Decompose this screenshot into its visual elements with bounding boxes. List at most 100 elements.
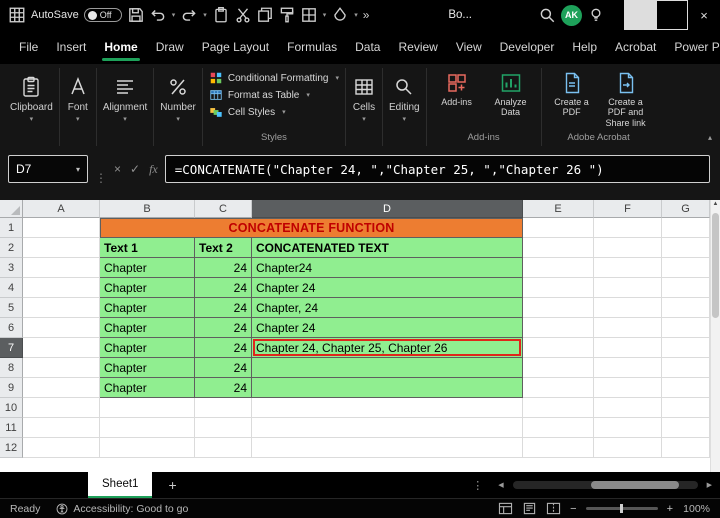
copy-icon[interactable] — [256, 6, 274, 24]
cell-B8[interactable]: Chapter — [100, 358, 195, 378]
more-commands-icon[interactable]: » — [363, 8, 370, 22]
cell-E1[interactable] — [523, 218, 594, 238]
autosave-toggle[interactable]: Off — [83, 8, 122, 22]
row-header-12[interactable]: 12 — [0, 438, 23, 458]
cell-D2[interactable]: CONCATENATED TEXT — [252, 238, 523, 258]
cell-A1[interactable] — [23, 218, 100, 238]
sheet-tab-sheet1[interactable]: Sheet1 — [88, 472, 153, 498]
name-box[interactable]: D7 ▾ — [8, 155, 88, 183]
row-header-7[interactable]: 7 — [0, 338, 23, 358]
cell-B6[interactable]: Chapter — [100, 318, 195, 338]
clipboard-button[interactable]: Clipboard ▾ — [10, 71, 53, 124]
menu-item-file[interactable]: File — [10, 30, 47, 64]
cell-B10[interactable] — [100, 398, 195, 418]
cell-E6[interactable] — [523, 318, 594, 338]
row-header-6[interactable]: 6 — [0, 318, 23, 338]
cell-F1[interactable] — [594, 218, 662, 238]
cell-F8[interactable] — [594, 358, 662, 378]
insert-function-button[interactable]: fx — [149, 162, 158, 177]
menu-item-power-pivot[interactable]: Power Pivot — [665, 30, 720, 64]
sheet-options-icon[interactable]: ⋮ — [472, 479, 483, 492]
cell-E5[interactable] — [523, 298, 594, 318]
row-header-2[interactable]: 2 — [0, 238, 23, 258]
cell-E8[interactable] — [523, 358, 594, 378]
cell-C12[interactable] — [195, 438, 252, 458]
cell-G2[interactable] — [662, 238, 710, 258]
column-header-D[interactable]: D — [252, 200, 523, 218]
cell-D8[interactable] — [252, 358, 523, 378]
cell-F4[interactable] — [594, 278, 662, 298]
scroll-right-icon[interactable]: ▶ — [707, 481, 712, 489]
cell-C4[interactable]: 24 — [195, 278, 252, 298]
cell-C5[interactable]: 24 — [195, 298, 252, 318]
format-painter-icon[interactable] — [278, 6, 296, 24]
horizontal-scrollbar[interactable] — [512, 481, 698, 489]
save-icon[interactable] — [127, 6, 145, 24]
cell-A8[interactable] — [23, 358, 100, 378]
cell-F7[interactable] — [594, 338, 662, 358]
column-header-C[interactable]: C — [195, 200, 252, 218]
formula-bar-handle[interactable]: ⋮ — [95, 171, 107, 185]
accessibility-status[interactable]: Accessibility: Good to go — [56, 503, 188, 515]
menu-item-page-layout[interactable]: Page Layout — [193, 30, 278, 64]
cell-D9[interactable] — [252, 378, 523, 398]
zoom-in-button[interactable]: + — [667, 503, 673, 515]
cell-F11[interactable] — [594, 418, 662, 438]
number-button[interactable]: Number ▾ — [160, 71, 196, 124]
cell-C8[interactable]: 24 — [195, 358, 252, 378]
cell-E7[interactable] — [523, 338, 594, 358]
cell-E9[interactable] — [523, 378, 594, 398]
cell-F2[interactable] — [594, 238, 662, 258]
cell-A2[interactable] — [23, 238, 100, 258]
zoom-level[interactable]: 100% — [682, 503, 710, 515]
cell-E11[interactable] — [523, 418, 594, 438]
scroll-up-icon[interactable]: ▲ — [711, 201, 720, 207]
cell-B12[interactable] — [100, 438, 195, 458]
cell-A6[interactable] — [23, 318, 100, 338]
cell-F12[interactable] — [594, 438, 662, 458]
page-break-view-icon[interactable] — [546, 502, 561, 515]
cell-D3[interactable]: Chapter24 — [252, 258, 523, 278]
cell-D5[interactable]: Chapter, 24 — [252, 298, 523, 318]
menu-item-home[interactable]: Home — [95, 30, 146, 64]
cell-G6[interactable] — [662, 318, 710, 338]
formula-input[interactable]: =CONCATENATE("Chapter 24, ","Chapter 25,… — [164, 155, 710, 183]
paste-icon[interactable] — [212, 6, 230, 24]
banner-cell[interactable]: CONCATENATE FUNCTION — [100, 218, 523, 238]
add-ins-button[interactable]: Add-ins — [433, 71, 481, 118]
cell-F6[interactable] — [594, 318, 662, 338]
menu-item-view[interactable]: View — [447, 30, 491, 64]
menu-item-review[interactable]: Review — [389, 30, 446, 64]
cell-G8[interactable] — [662, 358, 710, 378]
font-button[interactable]: Font ▾ — [66, 71, 90, 124]
horizontal-scroll-thumb[interactable] — [590, 481, 679, 489]
row-header-1[interactable]: 1 — [0, 218, 23, 238]
cell-F10[interactable] — [594, 398, 662, 418]
cell-E10[interactable] — [523, 398, 594, 418]
row-header-5[interactable]: 5 — [0, 298, 23, 318]
zoom-slider[interactable] — [585, 504, 658, 513]
undo-icon[interactable] — [149, 6, 167, 24]
analyze-data-button[interactable]: Analyze Data — [487, 71, 535, 118]
column-header-B[interactable]: B — [100, 200, 195, 218]
cell-F5[interactable] — [594, 298, 662, 318]
zoom-slider-thumb[interactable] — [619, 504, 623, 513]
cancel-icon[interactable]: × — [114, 162, 121, 176]
cell-G4[interactable] — [662, 278, 710, 298]
cell-styles-button[interactable]: Cell Styles ▾ — [209, 105, 339, 119]
cell-E4[interactable] — [523, 278, 594, 298]
cell-A4[interactable] — [23, 278, 100, 298]
cell-C9[interactable]: 24 — [195, 378, 252, 398]
cell-E3[interactable] — [523, 258, 594, 278]
editing-button[interactable]: Editing ▾ — [389, 71, 420, 124]
cell-D4[interactable]: Chapter 24 — [252, 278, 523, 298]
cell-C10[interactable] — [195, 398, 252, 418]
cell-C2[interactable]: Text 2 — [195, 238, 252, 258]
cell-A7[interactable] — [23, 338, 100, 358]
row-header-10[interactable]: 10 — [0, 398, 23, 418]
format-as-table-button[interactable]: Format as Table ▾ — [209, 88, 339, 102]
row-header-11[interactable]: 11 — [0, 418, 23, 438]
avatar[interactable]: AK — [561, 4, 582, 26]
app-launcher-icon[interactable] — [8, 6, 26, 24]
column-header-G[interactable]: G — [662, 200, 710, 218]
